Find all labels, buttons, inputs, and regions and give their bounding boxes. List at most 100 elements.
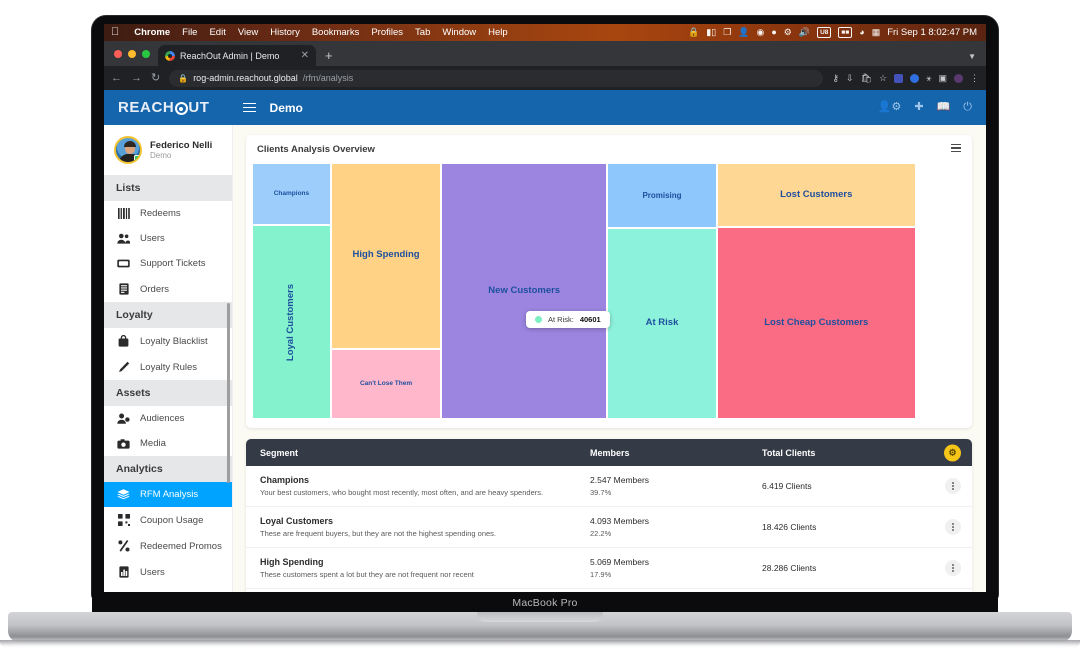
reload-icon[interactable]: ↻ bbox=[151, 72, 160, 84]
percent-icon bbox=[117, 540, 130, 552]
table-row[interactable]: Champions Your best customers, who bought… bbox=[246, 466, 972, 507]
menubar-item-window[interactable]: Window bbox=[436, 27, 482, 38]
focus-icon[interactable]: ● bbox=[771, 28, 776, 37]
maximize-window-button[interactable] bbox=[142, 49, 150, 58]
menubar-item-history[interactable]: History bbox=[264, 27, 306, 38]
power-icon[interactable]: ⏻ bbox=[963, 102, 972, 113]
hamburger-icon[interactable] bbox=[242, 102, 256, 113]
close-window-button[interactable] bbox=[114, 49, 122, 58]
menubar-item-edit[interactable]: Edit bbox=[203, 27, 231, 38]
lock-icon: 🔒 bbox=[178, 73, 189, 83]
sidebar-item-label: Orders bbox=[140, 283, 170, 295]
sidebar-item-analytics-users[interactable]: Users bbox=[104, 559, 232, 585]
side-panel-icon[interactable]: ▣ bbox=[938, 73, 947, 83]
puzzle-icon[interactable]: ⚹ bbox=[926, 73, 931, 83]
battery-icon[interactable]: ■■ bbox=[838, 27, 853, 38]
gear-icon[interactable]: ⚙ bbox=[944, 444, 961, 461]
extension-blue-icon[interactable] bbox=[894, 73, 904, 83]
sidebar-item-coupon-usage[interactable]: Coupon Usage bbox=[104, 507, 232, 533]
sidebar-item-users[interactable]: Users bbox=[104, 226, 232, 251]
treemap-tile-label: Champions bbox=[273, 190, 310, 198]
sidebar-item-orders[interactable]: Orders bbox=[104, 276, 232, 302]
app-header: REACH UT Demo 👤⚙ ✚ 📖 ⏻ bbox=[104, 90, 986, 125]
hamburger-menu-icon[interactable] bbox=[951, 144, 961, 152]
treemap-tile-loyal-customers[interactable]: Loyal Customers bbox=[252, 225, 331, 419]
total-clients: 6.419 Clients bbox=[762, 481, 812, 491]
sidebar-group-analytics: Analytics bbox=[104, 456, 232, 482]
treemap-tile-promising[interactable]: Promising bbox=[607, 163, 717, 229]
apple-icon[interactable]:  bbox=[111, 27, 119, 38]
sidebar-item-rfm-analysis[interactable]: RFM Analysis bbox=[104, 482, 232, 507]
treemap-tile-champions[interactable]: Champions bbox=[252, 163, 331, 226]
sidebar-item-redeems[interactable]: Redeems bbox=[104, 201, 232, 226]
treemap-tile-can-t-lose-them[interactable]: Can't Lose Them bbox=[330, 348, 442, 419]
sitemap-icon[interactable]: ✚ bbox=[914, 102, 923, 113]
menubar-clock[interactable]: Fri Sep 1 8:02:47 PM bbox=[887, 27, 977, 38]
sidebar-group-lists: Lists bbox=[104, 175, 232, 201]
chart-tooltip: At Risk: 40601 bbox=[526, 311, 610, 328]
minimize-window-button[interactable] bbox=[128, 49, 136, 58]
table-row[interactable]: Loyal Customers These are frequent buyers… bbox=[246, 507, 972, 548]
kebab-menu-icon[interactable]: ⋮ bbox=[970, 73, 979, 83]
plus-icon[interactable]: + bbox=[325, 48, 333, 63]
avatar bbox=[114, 136, 142, 164]
sidebar-item-media[interactable]: Media bbox=[104, 431, 232, 456]
sidebar-item-audiences[interactable]: Audiences bbox=[104, 406, 232, 431]
treemap-tile-lost-cheap-customers[interactable]: Lost Cheap Customers bbox=[716, 227, 916, 419]
table-row[interactable]: High Spending These customers spent a lot… bbox=[246, 548, 972, 589]
forward-arrow-icon[interactable]: → bbox=[131, 72, 142, 84]
total-clients: 28.286 Clients bbox=[762, 563, 817, 573]
input-source-badge[interactable]: U8 bbox=[817, 27, 832, 38]
record-icon[interactable]: ◉ bbox=[757, 28, 765, 37]
sidebar-item-loyalty-rules[interactable]: Loyalty Rules bbox=[104, 354, 232, 380]
profile-role: Demo bbox=[150, 151, 172, 161]
reachout-logo[interactable]: REACH UT bbox=[118, 99, 210, 116]
treemap-tile-at-risk[interactable]: At Risk bbox=[607, 228, 717, 419]
profile-icon[interactable] bbox=[954, 73, 963, 83]
wifi-icon[interactable]: ◕ bbox=[859, 28, 864, 37]
screen-mirror-icon[interactable]: ❐ bbox=[723, 28, 731, 37]
kebab-menu-icon[interactable] bbox=[945, 478, 961, 494]
install-icon[interactable]: ⇩ bbox=[846, 73, 854, 83]
menubar-item-view[interactable]: View bbox=[232, 27, 264, 38]
menubar-item-help[interactable]: Help bbox=[482, 27, 514, 38]
treemap-tile-new-customers[interactable]: New Customers bbox=[441, 163, 608, 419]
control-center-icon[interactable]: ▦ bbox=[872, 28, 881, 37]
menubar-item-bookmarks[interactable]: Bookmarks bbox=[306, 27, 366, 38]
address-bar[interactable]: 🔒 rog-admin.reachout.global /rfm/analysi… bbox=[169, 69, 824, 87]
kebab-menu-icon[interactable] bbox=[945, 519, 961, 535]
gear-icon[interactable]: ⚙ bbox=[784, 28, 792, 37]
notebook-icon[interactable]: 📖 bbox=[937, 102, 951, 113]
browser-tab[interactable]: ReachOut Admin | Demo ✕ bbox=[158, 45, 316, 66]
ticket-icon bbox=[117, 259, 130, 268]
menubar-item-tab[interactable]: Tab bbox=[409, 27, 436, 38]
menubar-item-file[interactable]: File bbox=[176, 27, 203, 38]
bookmark-star-icon[interactable]: ☆ bbox=[879, 73, 887, 83]
close-icon[interactable]: ✕ bbox=[301, 50, 309, 61]
toolbar-actions: ⚷ ⇩ 🛍 ☆ ⚹ ▣ ⋮ bbox=[832, 73, 979, 83]
menubar-item-profiles[interactable]: Profiles bbox=[365, 27, 409, 38]
user-settings-icon[interactable]: 👤⚙ bbox=[878, 102, 902, 113]
url-host: rog-admin.reachout.global bbox=[193, 73, 298, 83]
sidebar-item-loyalty-blacklist[interactable]: Loyalty Blacklist bbox=[104, 328, 232, 354]
extension-gear-icon[interactable] bbox=[910, 73, 920, 83]
treemap-tile-high-spending[interactable]: High Spending bbox=[330, 163, 442, 349]
user-icon[interactable]: 👤 bbox=[738, 28, 749, 37]
battery-usage-icon[interactable]: ▮▯ bbox=[706, 28, 716, 37]
chevron-down-icon[interactable]: ▼ bbox=[968, 52, 980, 61]
camera-icon bbox=[117, 438, 130, 449]
menubar-item-chrome[interactable]: Chrome bbox=[128, 27, 176, 38]
volume-icon[interactable]: 🔊 bbox=[799, 28, 810, 37]
url-path: /rfm/analysis bbox=[302, 73, 354, 83]
back-arrow-icon[interactable]: ← bbox=[111, 72, 122, 84]
kebab-menu-icon[interactable] bbox=[945, 560, 961, 576]
key-icon[interactable]: ⚷ bbox=[832, 73, 839, 83]
sidebar-item-support-tickets[interactable]: Support Tickets bbox=[104, 251, 232, 276]
sidebar-item-redeemed-promos[interactable]: Redeemed Promos bbox=[104, 533, 232, 559]
sidebar-profile[interactable]: Federico Nelli Demo bbox=[104, 125, 232, 175]
shopping-bag-icon[interactable]: 🛍 bbox=[861, 73, 872, 83]
sidebar-scrollbar[interactable] bbox=[227, 303, 230, 483]
lock-icon[interactable]: 🔒 bbox=[688, 28, 699, 37]
app-body: Federico Nelli Demo Lists Redeems Users bbox=[104, 125, 986, 592]
treemap-tile-lost-customers[interactable]: Lost Customers bbox=[716, 163, 916, 227]
